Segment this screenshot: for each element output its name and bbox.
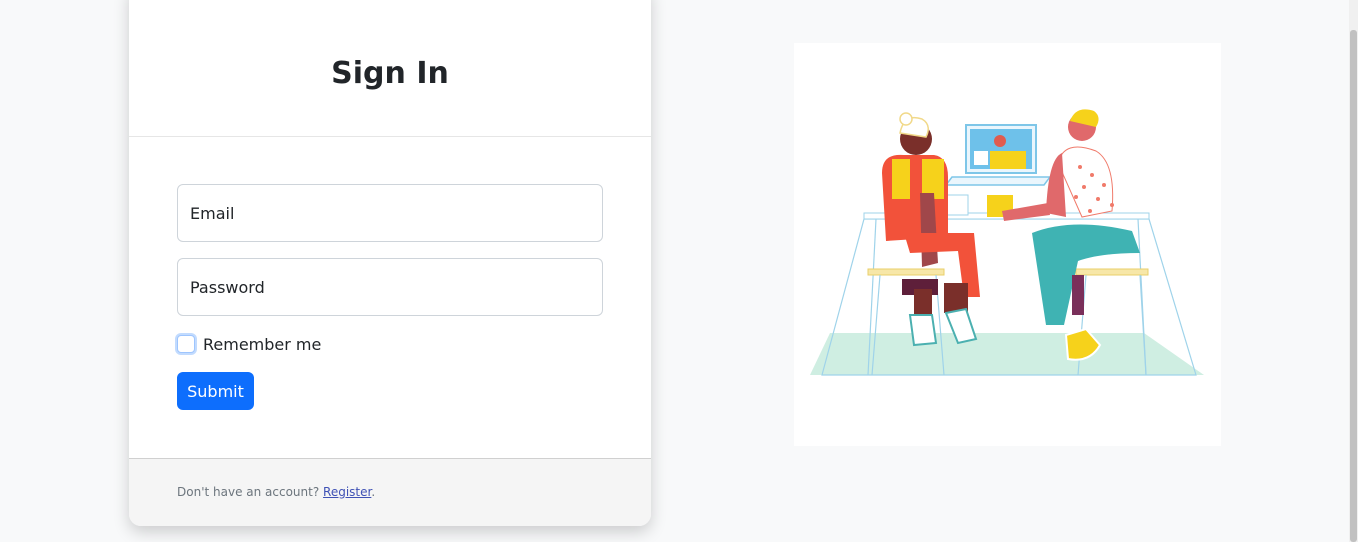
- card-header: Sign In: [129, 0, 651, 137]
- password-field[interactable]: [177, 258, 603, 316]
- page-title: Sign In: [331, 56, 449, 91]
- email-field[interactable]: [177, 184, 603, 242]
- page: Sign In Remember me Submit Don't have an…: [0, 0, 1358, 542]
- footer-text: Don't have an account? Register.: [177, 485, 375, 499]
- footer-prompt: Don't have an account?: [177, 485, 320, 499]
- scrollbar[interactable]: [1349, 0, 1358, 542]
- submit-button[interactable]: Submit: [177, 372, 254, 410]
- footer-period: .: [371, 485, 376, 499]
- people-at-desk-illustration-icon: [810, 109, 1204, 376]
- remember-me[interactable]: Remember me: [175, 334, 321, 354]
- remember-checkbox[interactable]: [177, 335, 195, 353]
- illustration: [794, 43, 1221, 446]
- signin-card: Sign In Remember me Submit Don't have an…: [129, 0, 651, 526]
- register-link[interactable]: Register: [323, 485, 371, 499]
- card-footer: Don't have an account? Register.: [129, 458, 651, 526]
- remember-label: Remember me: [203, 334, 322, 354]
- scrollbar-thumb[interactable]: [1350, 30, 1357, 542]
